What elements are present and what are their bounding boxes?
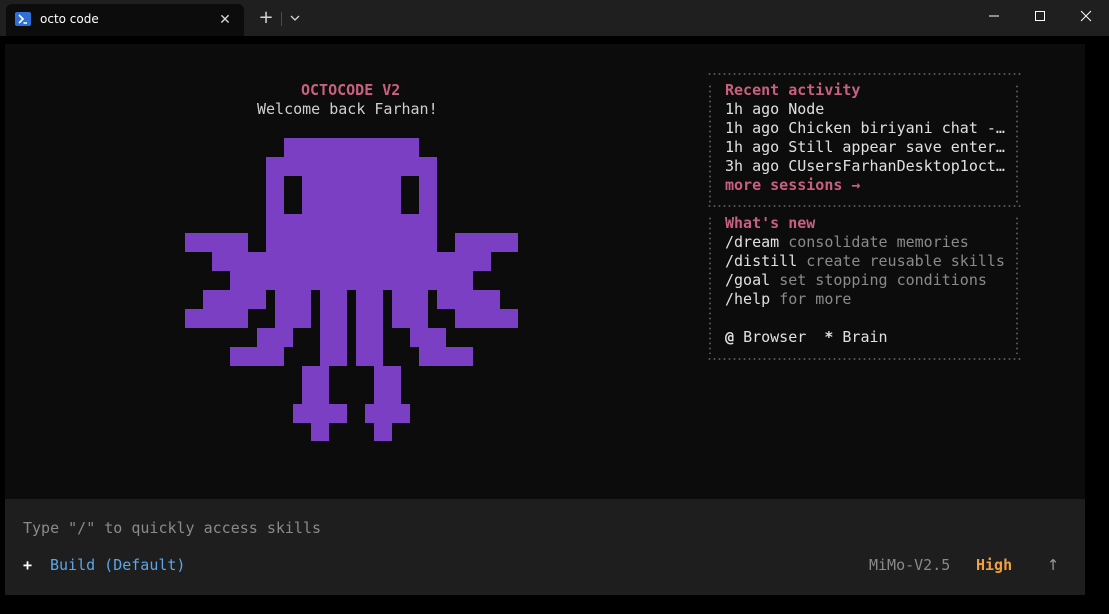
recent-session-item[interactable]: 1h ago Chicken biriyani chat -… — [725, 119, 1005, 137]
command-item: /dream consolidate memories — [725, 233, 969, 251]
effort-selector[interactable]: High — [976, 556, 1012, 574]
panel-divider — [707, 205, 1021, 207]
command-name: /help — [725, 290, 771, 308]
command-description: consolidate memories — [788, 233, 969, 251]
command-description: create reusable skills — [806, 252, 1005, 270]
panel-border-top — [707, 73, 1021, 75]
recent-session-item[interactable]: 3h ago CUsersFarhanDesktop1oct… — [725, 157, 1005, 175]
model-selector[interactable]: MiMo-V2.5 — [869, 556, 950, 574]
recent-session-item[interactable]: 1h ago Still appear save enter… — [725, 138, 1005, 156]
brain-status-label: Brain — [842, 328, 888, 346]
panel-border-left — [709, 216, 711, 354]
command-item: /goal set stopping conditions — [725, 271, 987, 289]
panel-border-right — [1016, 84, 1018, 204]
status-line: @ Browser * Brain — [725, 328, 888, 346]
recent-session-item[interactable]: 1h ago Node — [725, 100, 824, 118]
panel-border-bottom — [707, 358, 1021, 360]
command-item: /help for more — [725, 290, 851, 308]
add-button[interactable]: + — [23, 556, 32, 574]
agent-mode-selector[interactable]: Build (Default) — [50, 556, 185, 574]
command-name: /distill — [725, 252, 798, 270]
brain-status-icon: * — [824, 328, 834, 346]
whats-new-heading: What's new — [725, 214, 816, 232]
command-item: /distill create reusable skills — [725, 252, 1005, 270]
browser-status-label: Browser — [743, 328, 807, 346]
browser-status-icon: @ — [725, 328, 735, 346]
more-sessions-link[interactable]: more sessions → — [725, 176, 860, 194]
prompt-panel: + Build (Default) MiMo-V2.5 High ↑ — [5, 499, 1085, 595]
recent-activity-heading: Recent activity — [725, 81, 861, 99]
panel-border-right — [1016, 216, 1018, 354]
command-description: set stopping conditions — [779, 271, 987, 289]
command-description: for more — [779, 290, 852, 308]
send-arrow-icon[interactable]: ↑ — [1045, 556, 1061, 574]
command-name: /goal — [725, 271, 771, 289]
panel-border-left — [709, 84, 711, 204]
command-name: /dream — [725, 233, 780, 251]
prompt-input[interactable] — [23, 518, 923, 538]
